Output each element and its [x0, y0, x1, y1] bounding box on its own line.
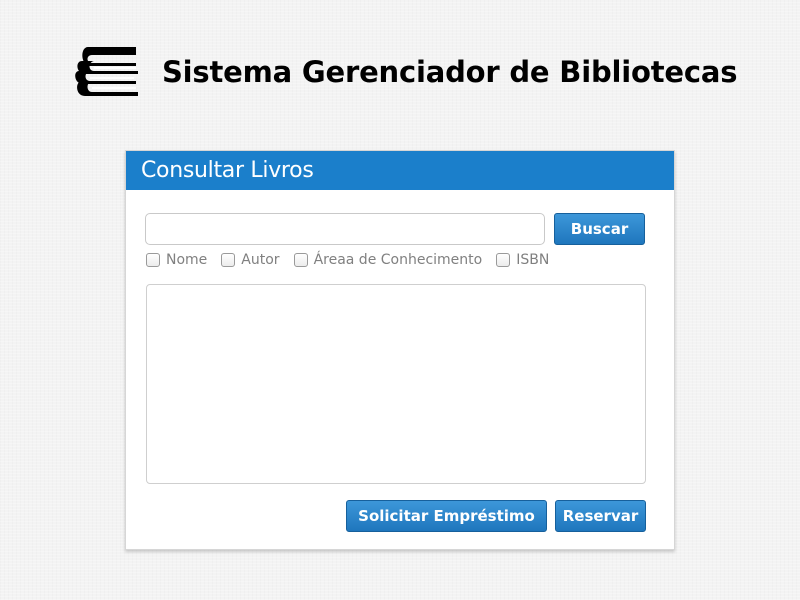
filter-autor[interactable]: Autor — [221, 252, 280, 268]
search-filters: Nome Autor Áreaa de Conhecimento ISBN — [146, 251, 563, 269]
filter-area-conhecimento-label: Áreaa de Conhecimento — [313, 252, 483, 268]
filter-isbn-label: ISBN — [516, 252, 550, 268]
filter-area-conhecimento-checkbox[interactable] — [293, 253, 308, 267]
panel-title: Consultar Livros — [126, 151, 674, 190]
results-list[interactable] — [146, 284, 646, 484]
filter-nome[interactable]: Nome — [146, 252, 207, 268]
filter-area-conhecimento[interactable]: Áreaa de Conhecimento — [293, 252, 483, 268]
filter-isbn[interactable]: ISBN — [496, 252, 549, 268]
filter-isbn-checkbox[interactable] — [496, 253, 511, 267]
books-stack-icon — [75, 47, 138, 96]
request-loan-button[interactable]: Solicitar Empréstimo — [346, 500, 547, 532]
search-row: Buscar — [145, 213, 645, 245]
app-header: Sistema Gerenciador de Bibliotecas — [74, 44, 737, 100]
search-button[interactable]: Buscar — [554, 213, 645, 245]
filter-nome-checkbox[interactable] — [146, 253, 160, 267]
reserve-button[interactable]: Reservar — [555, 500, 646, 532]
filter-autor-label: Autor — [241, 252, 280, 268]
filter-nome-label: Nome — [166, 252, 208, 268]
search-input[interactable] — [145, 213, 545, 245]
search-books-panel: Consultar Livros Buscar Nome Autor Áreaa… — [125, 150, 675, 550]
app-title: Sistema Gerenciador de Bibliotecas — [162, 55, 738, 89]
filter-autor-checkbox[interactable] — [221, 253, 236, 267]
